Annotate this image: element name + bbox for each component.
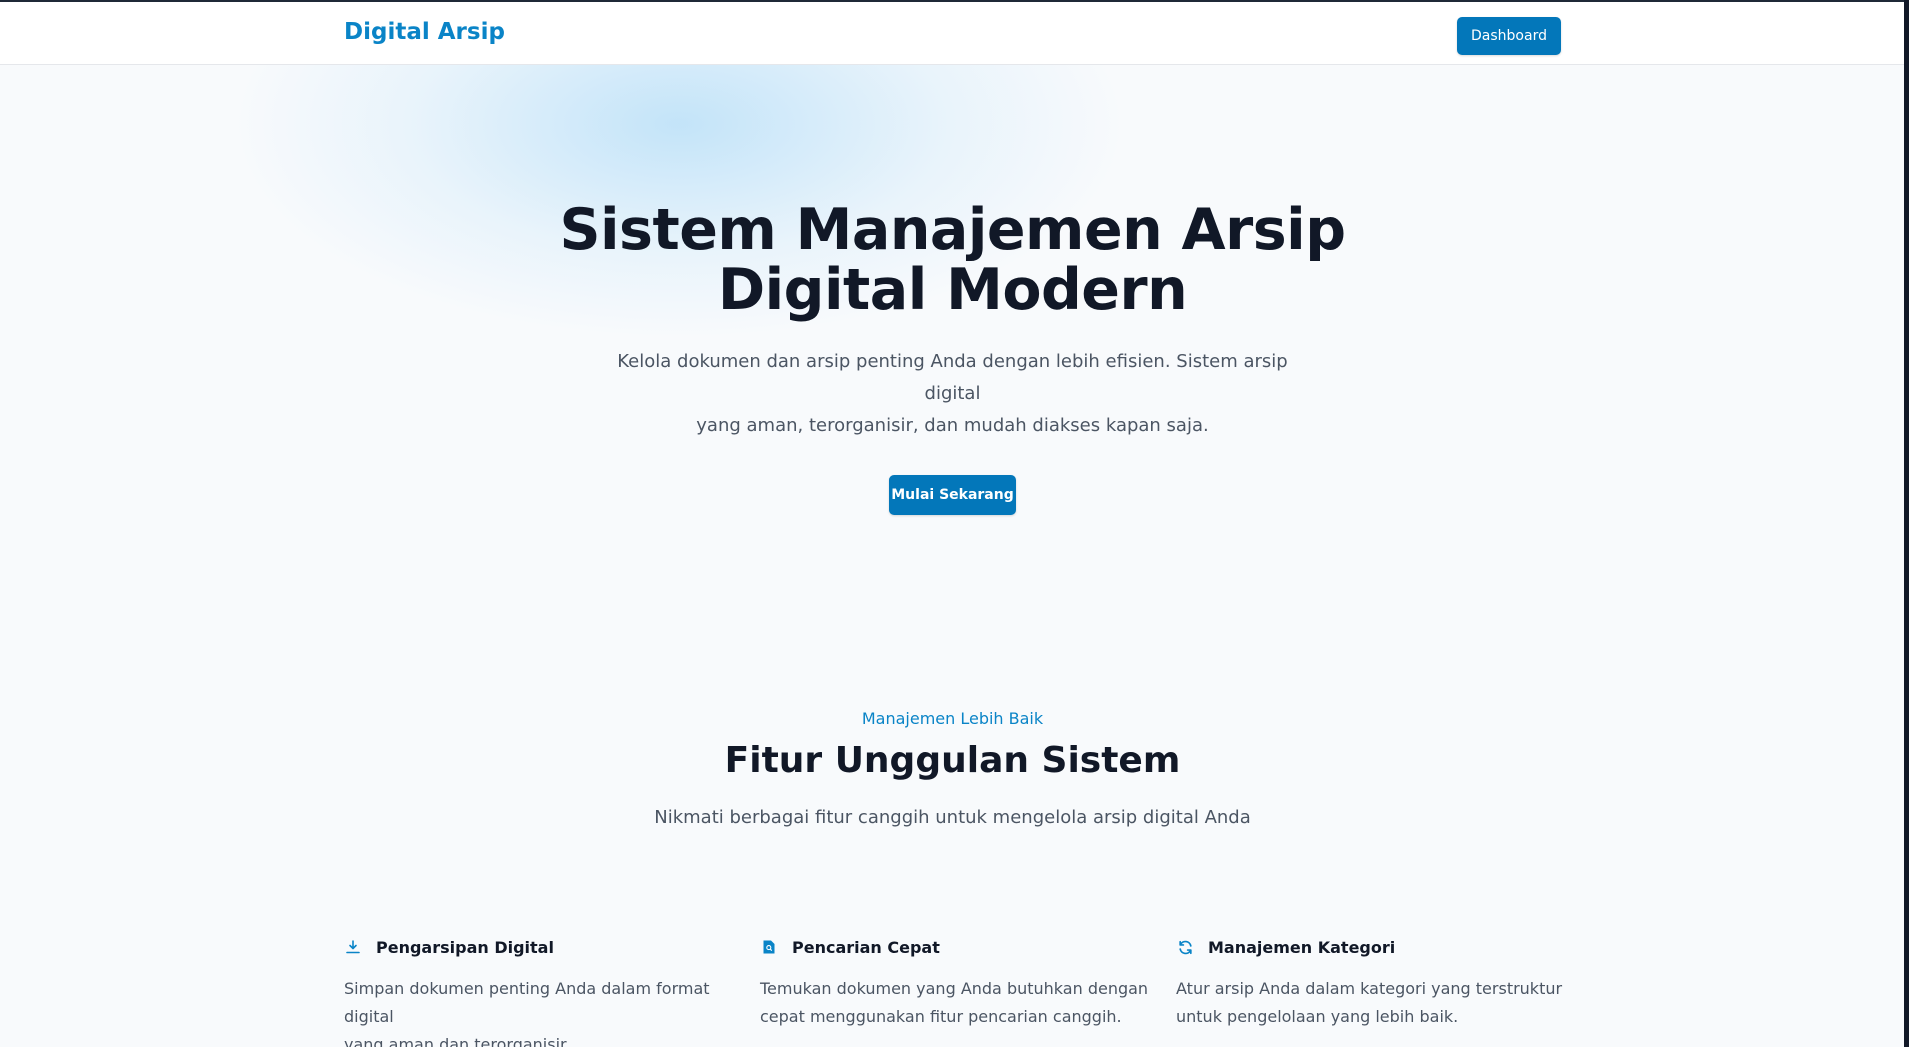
hero-title-line-1: Sistem Manajemen Arsip — [559, 197, 1346, 263]
top-navigation-bar: Digital Arsip Dashboard — [0, 0, 1909, 65]
feature-description: Temukan dokumen yang Anda butuhkan denga… — [760, 975, 1160, 1031]
feature-title: Pencarian Cepat — [792, 937, 940, 957]
hero-section: Sistem Manajemen Arsip Digital Modern Ke… — [0, 200, 1905, 515]
feature-title: Pengarsipan Digital — [376, 937, 554, 957]
brand-logo[interactable]: Digital Arsip — [344, 19, 505, 45]
hero-subtitle-line-2: yang aman, terorganisir, dan mudah diaks… — [696, 415, 1209, 436]
feature-title-row: Pengarsipan Digital — [344, 935, 744, 959]
feature-description-line-2: yang aman dan terorganisir. — [344, 1035, 571, 1047]
vertical-scrollbar[interactable] — [1904, 0, 1909, 1047]
hero-subtitle: Kelola dokumen dan arsip penting Anda de… — [613, 346, 1293, 442]
feature-description: Atur arsip Anda dalam kategori yang ters… — [1176, 975, 1576, 1031]
features-title: Fitur Unggulan Sistem — [724, 740, 1181, 781]
feature-description-line-2: cepat menggunakan fitur pencarian canggi… — [760, 1007, 1122, 1026]
download-tray-icon — [344, 938, 362, 956]
hero-title: Sistem Manajemen Arsip Digital Modern — [503, 200, 1403, 320]
feature-description-line-1: Temukan dokumen yang Anda butuhkan denga… — [760, 979, 1149, 998]
feature-title-row: Manajemen Kategori — [1176, 935, 1576, 959]
features-eyebrow: Manajemen Lebih Baik — [861, 709, 1044, 728]
feature-title: Manajemen Kategori — [1208, 937, 1396, 957]
feature-card-digital-archiving: Pengarsipan Digital Simpan dokumen penti… — [344, 935, 744, 1047]
feature-card-fast-search: Pencarian Cepat Temukan dokumen yang And… — [760, 935, 1160, 1031]
landing-page: Digital Arsip Dashboard Sistem Manajemen… — [0, 0, 1909, 1047]
feature-card-category-management: Manajemen Kategori Atur arsip Anda dalam… — [1176, 935, 1576, 1031]
feature-description-line-1: Atur arsip Anda dalam kategori yang ters… — [1176, 979, 1563, 998]
feature-description: Simpan dokumen penting Anda dalam format… — [344, 975, 744, 1047]
features-header: Manajemen Lebih Baik Fitur Unggulan Sist… — [0, 707, 1905, 831]
document-search-icon — [760, 938, 778, 956]
features-subtitle: Nikmati berbagai fitur canggih untuk men… — [654, 807, 1251, 828]
hero-title-line-2: Digital Modern — [717, 257, 1188, 323]
hero-subtitle-line-1: Kelola dokumen dan arsip penting Anda de… — [617, 351, 1288, 404]
feature-title-row: Pencarian Cepat — [760, 935, 1160, 959]
refresh-icon — [1176, 938, 1194, 956]
feature-description-line-2: untuk pengelolaan yang lebih baik. — [1176, 1007, 1459, 1026]
feature-description-line-1: Simpan dokumen penting Anda dalam format… — [344, 979, 710, 1026]
start-now-button[interactable]: Mulai Sekarang — [889, 475, 1016, 515]
dashboard-button[interactable]: Dashboard — [1457, 17, 1561, 55]
